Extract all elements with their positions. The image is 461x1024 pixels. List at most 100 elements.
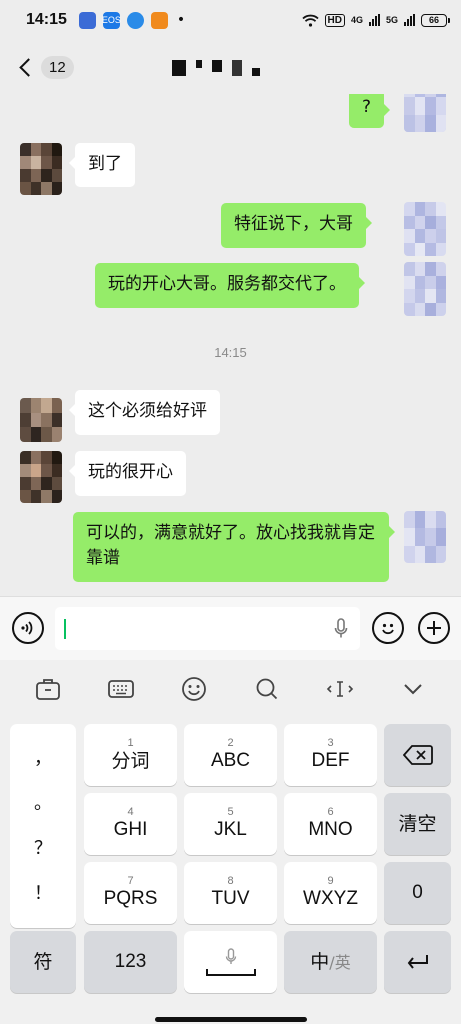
status-indicators: HD 4G 5G 66 <box>301 13 450 27</box>
key-label: 0 <box>412 882 423 903</box>
signal-icon <box>404 14 415 26</box>
key-7[interactable]: 7 PQRS <box>84 862 177 924</box>
key-label: 123 <box>114 951 147 972</box>
contact-avatar[interactable] <box>20 143 62 195</box>
briefcase-icon <box>36 679 61 700</box>
unread-count-badge: 12 <box>41 56 74 79</box>
punct-comma-key[interactable]: ， <box>34 748 52 769</box>
chevron-left-icon <box>19 58 38 77</box>
more-actions-button[interactable] <box>418 612 450 644</box>
chat-header: 12 <box>0 44 461 94</box>
message-text: ? <box>362 97 372 117</box>
message-text: 可以的，满意就好了。放心找我就肯定靠谱 <box>86 523 375 568</box>
toolbox-button[interactable] <box>32 673 64 705</box>
key-number: 6 <box>327 806 334 818</box>
message-bubble-sent[interactable]: 特征说下，大哥 <box>221 203 372 248</box>
microphone-icon[interactable] <box>334 618 348 640</box>
key-2[interactable]: 2 ABC <box>184 724 277 786</box>
key-number: 7 <box>127 875 134 887</box>
clear-key[interactable]: 清空 <box>384 793 451 855</box>
enter-icon <box>407 955 428 969</box>
contact-avatar[interactable] <box>20 398 62 442</box>
key-label: 清空 <box>398 813 437 835</box>
message-text: 特征说下，大哥 <box>234 214 353 234</box>
battery-level: 66 <box>428 15 439 25</box>
numbers-key[interactable]: 123 <box>84 931 177 993</box>
message-bubble-received[interactable]: 玩的很开心 <box>69 451 186 496</box>
punct-question-key[interactable]: ？ <box>34 838 52 859</box>
key-label: 符 <box>33 951 53 973</box>
notification-app-icon <box>126 11 144 29</box>
emoji-button[interactable] <box>372 612 404 644</box>
message-bubble-sent[interactable]: 玩的开心大哥。服务都交代了。 <box>95 263 365 308</box>
key-label: GHI <box>113 819 148 840</box>
microphone-icon <box>225 947 236 964</box>
message-text: 这个必须给好评 <box>88 401 207 421</box>
key-number: 3 <box>327 737 334 749</box>
hd-badge: HD <box>324 13 345 27</box>
key-9[interactable]: 9 WXYZ <box>284 862 377 924</box>
cursor-move-button[interactable] <box>324 673 356 705</box>
my-avatar[interactable] <box>404 511 446 563</box>
key-label: DEF <box>311 750 350 771</box>
message-text: 玩的开心大哥。服务都交代了。 <box>108 274 346 294</box>
status-bar: 14:15 EOS • HD 4G 5G 66 <box>0 0 461 40</box>
key-5[interactable]: 5 JKL <box>184 793 277 855</box>
key-6[interactable]: 6 MNO <box>284 793 377 855</box>
search-icon <box>256 678 278 700</box>
my-avatar[interactable] <box>404 94 446 132</box>
plus-icon <box>427 621 441 635</box>
my-avatar[interactable] <box>404 202 446 256</box>
home-indicator[interactable] <box>155 1017 307 1022</box>
message-bubble-received[interactable]: 这个必须给好评 <box>69 390 220 435</box>
network-5g-label: 5G <box>385 15 398 25</box>
space-bar-icon <box>205 968 256 976</box>
emoji-icon <box>382 623 394 635</box>
key-number: 4 <box>127 806 134 818</box>
hide-keyboard-button[interactable] <box>397 673 429 705</box>
key-label: JKL <box>214 819 247 840</box>
network-4g-label: 4G <box>350 15 363 25</box>
punct-exclaim-key[interactable]: ！ <box>34 883 52 904</box>
voice-icon <box>21 621 33 635</box>
emoji-icon <box>182 677 206 701</box>
space-key[interactable] <box>184 931 277 993</box>
symbols-key[interactable]: 符 <box>10 931 76 993</box>
time-separator: 14:15 <box>214 345 247 360</box>
language-switch-key[interactable]: 中/英 <box>284 931 377 993</box>
message-bubble-received[interactable]: 到了 <box>69 143 135 187</box>
keyboard-switch-button[interactable] <box>105 673 137 705</box>
key-number: 1 <box>127 737 134 749</box>
back-button[interactable]: 12 <box>16 56 74 79</box>
key-number: 9 <box>327 875 334 887</box>
my-avatar[interactable] <box>404 262 446 316</box>
key-label: TUV <box>211 888 250 909</box>
enter-key[interactable] <box>384 931 451 993</box>
key-label: 中/英 <box>310 950 350 975</box>
keyboard-toolbar <box>0 660 461 718</box>
key-4[interactable]: 4 GHI <box>84 793 177 855</box>
message-bubble-sent[interactable]: 可以的，满意就好了。放心找我就肯定靠谱 <box>73 512 395 582</box>
punct-period-key[interactable]: 。 <box>34 793 52 814</box>
key-8[interactable]: 8 TUV <box>184 862 277 924</box>
chat-message-list[interactable]: ? 到了 特征说下，大哥 玩的开心大哥。服务都交代了。 14:15 这个必须给好… <box>0 94 461 594</box>
more-notifications-dot: • <box>176 12 186 28</box>
punctuation-column[interactable]: ， 。 ？ ！ <box>10 724 76 928</box>
key-3[interactable]: 3 DEF <box>284 724 377 786</box>
key-label: PQRS <box>103 888 158 909</box>
notification-app-icon <box>150 11 168 29</box>
backspace-key[interactable] <box>384 724 451 786</box>
backspace-icon <box>402 745 433 765</box>
cursor-icon <box>326 681 353 697</box>
emoji-panel-button[interactable] <box>178 673 210 705</box>
message-bubble-sent[interactable]: ? <box>349 94 391 128</box>
search-button[interactable] <box>251 673 283 705</box>
contact-avatar[interactable] <box>20 451 62 503</box>
message-text: 到了 <box>88 154 122 174</box>
zero-key[interactable]: 0 <box>384 862 451 924</box>
key-1[interactable]: 1 分词 <box>84 724 177 786</box>
voice-input-button[interactable] <box>12 612 44 644</box>
message-text-input[interactable] <box>55 607 360 650</box>
chat-title-redacted <box>172 60 260 76</box>
signal-icon <box>368 14 380 26</box>
